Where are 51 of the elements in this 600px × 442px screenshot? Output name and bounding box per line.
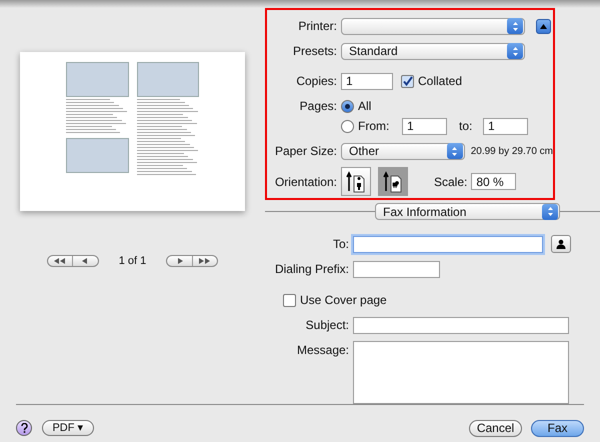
stepper-icon (507, 18, 523, 34)
paper-size-dropdown[interactable]: Other (341, 142, 465, 160)
presets-dropdown[interactable]: Standard (341, 42, 525, 60)
pdf-button[interactable]: PDF ▾ (42, 420, 94, 436)
contacts-button[interactable] (551, 235, 571, 253)
cancel-button[interactable]: Cancel (469, 420, 522, 436)
checkbox[interactable] (401, 74, 414, 88)
page-counter: 1 of 1 (118, 254, 146, 269)
help-button[interactable] (16, 420, 32, 436)
radio-button[interactable] (341, 120, 354, 132)
stepper-icon (542, 204, 558, 220)
field-label: Presets: (292, 43, 337, 60)
checkbox-label: Use Cover page (300, 292, 387, 309)
collapse-button[interactable] (536, 18, 551, 34)
field-label: to: (459, 118, 474, 135)
radio-label: All (358, 98, 372, 115)
message-field[interactable] (353, 341, 569, 404)
paper-dimensions: 20.99 by 29.70 cm (470, 144, 553, 158)
field-label: Scale: (434, 174, 468, 190)
dialing-prefix-field[interactable] (353, 260, 440, 278)
triangle-up-icon (540, 24, 547, 28)
radio-button[interactable] (341, 100, 354, 112)
landscape-orientation-button[interactable] (378, 167, 408, 196)
printer-dropdown[interactable] (341, 18, 525, 34)
from-page-field[interactable]: 1 (402, 118, 447, 134)
person-icon (556, 239, 566, 249)
field-label: To: (332, 236, 349, 253)
field-label: Printer: (297, 18, 337, 35)
field-label: Dialing Prefix: (274, 261, 349, 278)
fax-button[interactable]: Fax (531, 420, 584, 436)
checkbox-label: Collated (418, 73, 462, 90)
section-dropdown[interactable]: Fax Information (375, 203, 560, 220)
radio-label: From: (358, 118, 390, 135)
to-page-field[interactable]: 1 (483, 118, 528, 134)
checkbox[interactable] (283, 294, 296, 306)
field-label: Paper Size: (274, 143, 337, 160)
question-mark-icon (20, 423, 28, 433)
field-label: Copies: (295, 73, 337, 90)
field-label: Orientation: (274, 174, 337, 190)
field-label: Message: (296, 342, 349, 359)
field-label: Subject: (304, 317, 349, 334)
scale-field[interactable]: 80 % (471, 173, 516, 190)
stepper-icon (446, 143, 463, 159)
stepper-icon (507, 43, 523, 59)
field-label: Pages: (298, 98, 337, 115)
page-navigation-control[interactable] (46, 255, 99, 268)
recipient-field[interactable] (353, 236, 543, 252)
subject-field[interactable] (353, 316, 569, 334)
portrait-orientation-button[interactable] (341, 167, 371, 196)
page-navigation-control[interactable] (166, 255, 218, 268)
copies-field[interactable]: 1 (341, 72, 393, 90)
